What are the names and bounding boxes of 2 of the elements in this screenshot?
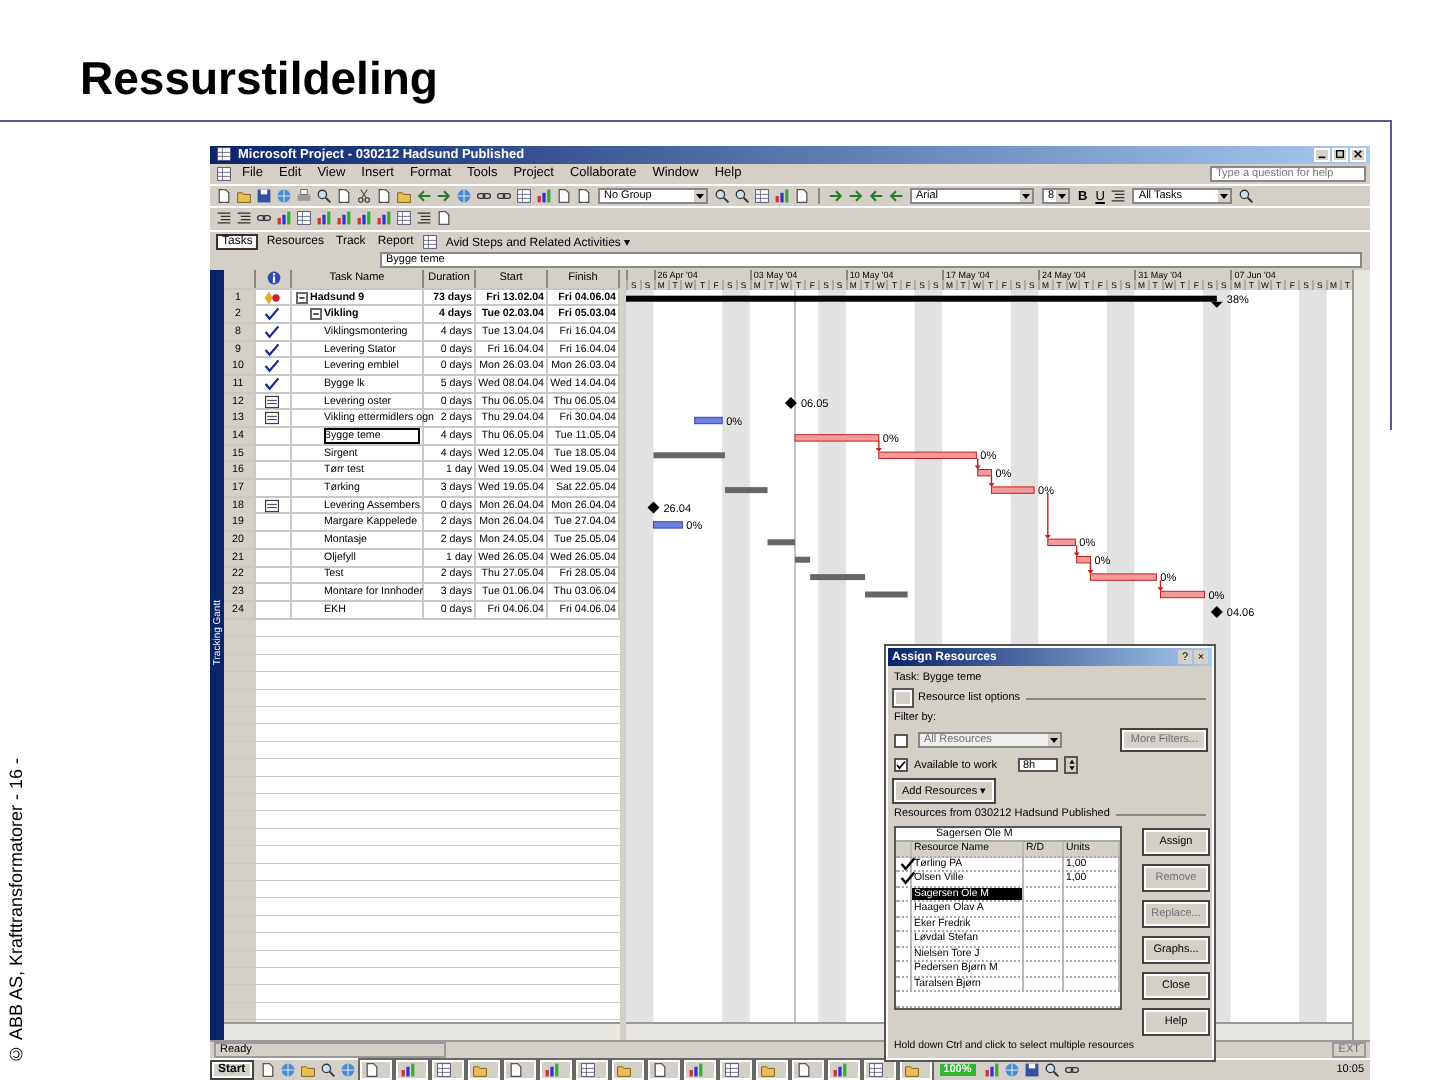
copyright-footer: © ABB AS, Krafttransformatorer - 16 - [6, 757, 26, 1064]
slide-title: Ressurstildeling [80, 52, 438, 106]
